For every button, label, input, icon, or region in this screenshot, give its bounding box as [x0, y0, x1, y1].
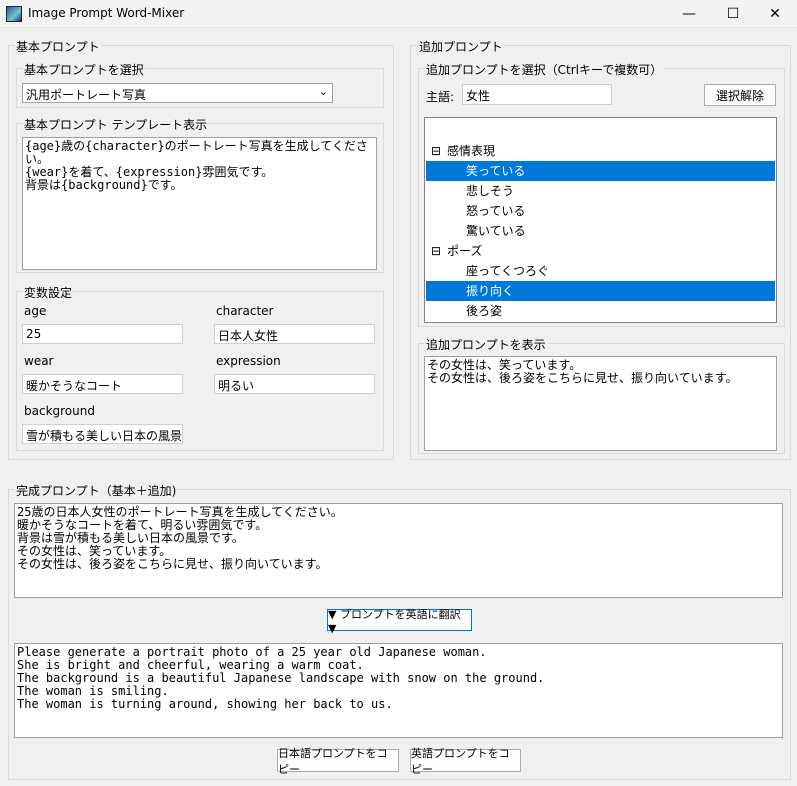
- wear-label: wear: [24, 354, 54, 368]
- japanese-prompt-textarea[interactable]: 25歳の日本人女性のポートレート写真を生成してください。 暖かそうなコートを着て…: [14, 503, 783, 598]
- background-label: background: [24, 404, 95, 418]
- collapse-icon[interactable]: ⊟: [431, 241, 441, 261]
- tree-item-smiling[interactable]: 笑っている: [426, 161, 775, 181]
- basic-prompt-select-value: 汎用ポートレート写真: [26, 88, 147, 102]
- age-input[interactable]: 25: [22, 324, 183, 344]
- additional-prompt-group-label: 追加プロンプト: [418, 38, 504, 55]
- character-label: character: [216, 304, 274, 318]
- expression-label: expression: [216, 354, 281, 368]
- subject-label: 主語:: [426, 90, 455, 104]
- basic-select-label: 基本プロンプトを選択: [23, 61, 145, 78]
- additional-display-textarea[interactable]: その女性は、笑っています。 その女性は、後ろ姿をこちらに見せ、振り向いています。: [424, 356, 777, 451]
- subject-input[interactable]: 女性: [462, 84, 612, 105]
- background-input[interactable]: 雪が積もる美しい日本の風景: [22, 424, 183, 444]
- app-icon: [6, 6, 22, 22]
- tree-category-pose[interactable]: ⊟ ポーズ: [426, 241, 775, 261]
- wear-input[interactable]: 暖かそうなコート: [22, 374, 183, 394]
- close-button[interactable]: ✕: [752, 0, 797, 28]
- clear-selection-button[interactable]: 選択解除: [704, 84, 776, 106]
- english-prompt-textarea[interactable]: Please generate a portrait photo of a 25…: [14, 643, 783, 738]
- title-bar: Image Prompt Word-Mixer — ☐ ✕: [0, 0, 797, 28]
- chevron-down-icon: ⌄: [318, 85, 328, 98]
- additional-display-label: 追加プロンプトを表示: [425, 336, 547, 353]
- tree-category-emotion[interactable]: ⊟ 感情表現: [426, 141, 775, 161]
- template-textarea[interactable]: {age}歳の{character}のポートレート写真を生成してください。 {w…: [22, 137, 377, 270]
- copy-japanese-button[interactable]: 日本語プロンプトをコピー: [277, 747, 399, 776]
- template-label: 基本プロンプト テンプレート表示: [23, 116, 209, 133]
- translate-button[interactable]: ▼ プロンプトを英語に翻訳 ▼: [327, 608, 472, 635]
- variables-label: 変数設定: [23, 284, 74, 301]
- basic-prompt-select[interactable]: 汎用ポートレート写真 ⌄: [22, 83, 333, 103]
- minimize-button[interactable]: —: [666, 0, 712, 28]
- tree-item-angry[interactable]: 怒っている: [426, 201, 775, 221]
- tree-item-sad[interactable]: 悲しそう: [426, 181, 775, 201]
- tree-item-surprised[interactable]: 驚いている: [426, 221, 775, 241]
- expression-input[interactable]: 明るい: [214, 374, 375, 394]
- tree-item-relaxing[interactable]: 座ってくつろぐ: [426, 261, 775, 281]
- character-input[interactable]: 日本人女性: [214, 324, 375, 344]
- tree-item-back-view[interactable]: 後ろ姿: [426, 301, 775, 321]
- age-label: age: [24, 304, 47, 318]
- tree-item-turning-around[interactable]: 振り向く: [426, 281, 775, 301]
- maximize-button[interactable]: ☐: [710, 0, 756, 28]
- collapse-icon[interactable]: ⊟: [431, 141, 441, 161]
- additional-prompt-tree[interactable]: ⊟ 感情表現 笑っている 悲しそう 怒っている 驚いている ⊟ ポーズ 座ってく…: [424, 117, 777, 323]
- basic-prompt-group-label: 基本プロンプト: [15, 38, 101, 55]
- copy-english-button[interactable]: 英語プロンプトをコピー: [410, 747, 521, 776]
- additional-select-label: 追加プロンプトを選択（Ctrlキーで複数可）: [425, 61, 664, 78]
- window-title: Image Prompt Word-Mixer: [28, 6, 185, 20]
- complete-prompt-label: 完成プロンプト（基本＋追加): [15, 482, 178, 499]
